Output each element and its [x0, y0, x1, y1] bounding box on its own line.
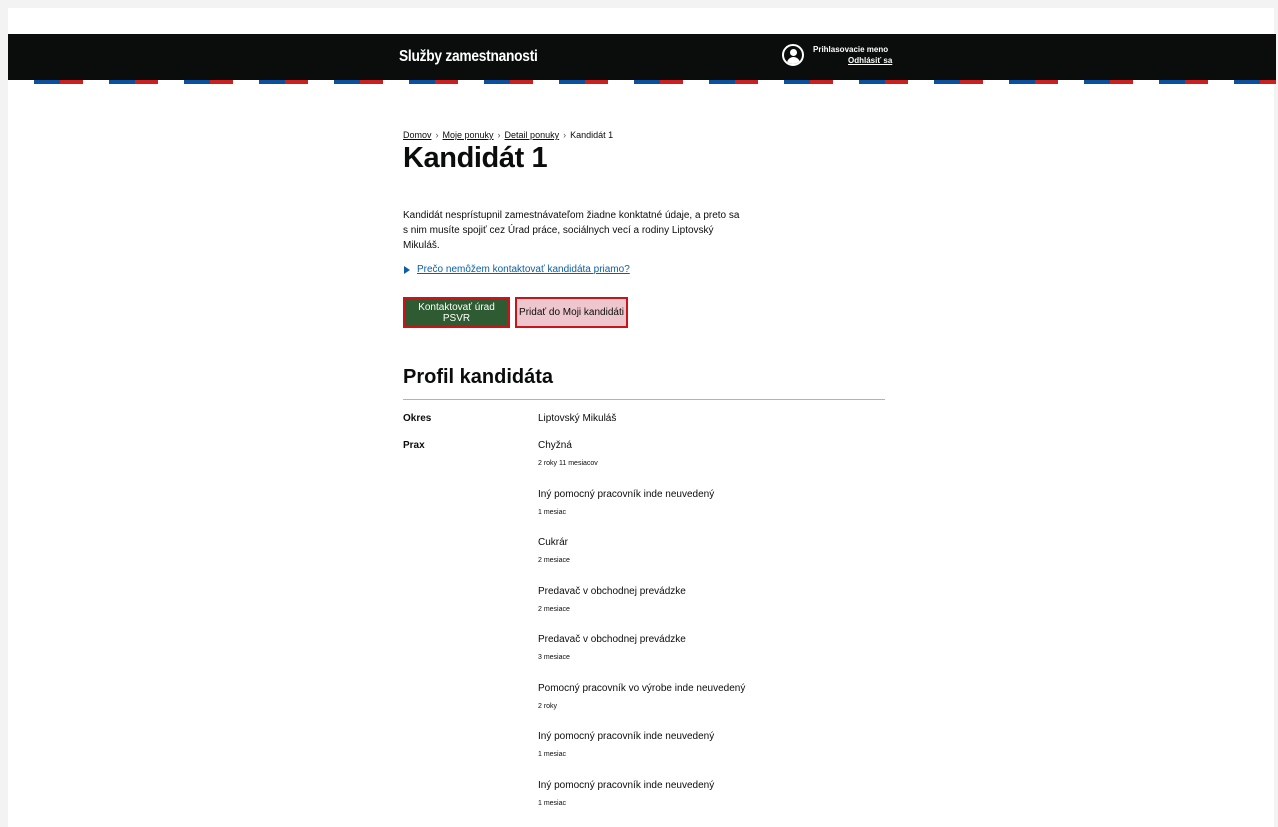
site-brand[interactable]: Služby zamestnanosti [399, 48, 538, 66]
experience-duration: 1 mesiac [538, 751, 567, 758]
site-header: Služby zamestnanosti Prihlasovacie meno … [8, 34, 1276, 80]
profile-divider [403, 399, 885, 400]
user-circle-icon [782, 44, 804, 66]
prax-label: Prax [403, 440, 425, 451]
user-icon-head [790, 49, 797, 56]
intro-text: Kandidát nesprístupnil zamestnávateľom ž… [403, 210, 740, 251]
details-toggle[interactable]: Prečo nemôžem kontaktovať kandidáta pria… [404, 264, 630, 275]
experience-duration: 2 mesiace [538, 606, 570, 613]
okres-label: Okres [403, 413, 432, 424]
details-link-text: Prečo nemôžem kontaktovať kandidáta pria… [417, 264, 630, 275]
experience-duration: 2 roky [538, 703, 558, 710]
experience-title: Predavač v obchodnej prevádzke [538, 634, 686, 645]
breadcrumb-link-moje-ponuky[interactable]: Moje ponuky [443, 130, 494, 140]
browser-frame-left [0, 0, 8, 827]
experience-duration: 2 mesiace [538, 557, 570, 564]
experience-title: Chyžná [538, 440, 572, 451]
profile-heading: Profil kandidáta [403, 366, 554, 388]
breadcrumb: Domov › Moje ponuky › Detail ponuky › Kandidát… [403, 130, 613, 140]
experience-duration: 3 mesiace [538, 654, 570, 661]
experience-duration: 1 mesiac [538, 509, 567, 516]
login-name: Prihlasovacie meno [813, 45, 889, 54]
breadcrumb-current: Kandidát 1 [570, 130, 614, 140]
page-title: Kandidát 1 [403, 142, 548, 174]
experience-duration: 1 mesiac [538, 800, 567, 807]
experience-title: Pomocný pracovník vo výrobe inde neuvede… [538, 683, 746, 694]
experience-title: Iný pomocný pracovník inde neuvedený [538, 780, 715, 791]
experience-title: Predavač v obchodnej prevádzke [538, 586, 686, 597]
experience-title: Iný pomocný pracovník inde neuvedený [538, 489, 715, 500]
experience-title: Iný pomocný pracovník inde neuvedený [538, 731, 715, 742]
browser-frame-top [0, 0, 1278, 8]
breadcrumb-separator: › [497, 130, 501, 140]
breadcrumb-link-domov[interactable]: Domov [403, 130, 432, 140]
header-stripe [8, 80, 1276, 84]
okres-value: Liptovský Mikuláš [538, 413, 617, 424]
breadcrumb-separator: › [563, 130, 567, 140]
add-to-my-candidates-button[interactable]: Pridať do Moji kandidáti [515, 297, 628, 328]
browser-frame-right [1274, 0, 1278, 827]
logout-link[interactable]: Odhlásiť sa [848, 56, 892, 65]
contact-office-button[interactable]: Kontaktovať úrad PSVR [403, 297, 510, 328]
breadcrumb-separator: › [435, 130, 439, 140]
user-icon-body [787, 57, 800, 64]
breadcrumb-link-detail-ponuky[interactable]: Detail ponuky [505, 130, 560, 140]
triangle-right-icon [404, 265, 410, 274]
experience-duration: 2 roky 11 mesiacov [538, 460, 598, 467]
experience-title: Cukrár [538, 537, 569, 548]
